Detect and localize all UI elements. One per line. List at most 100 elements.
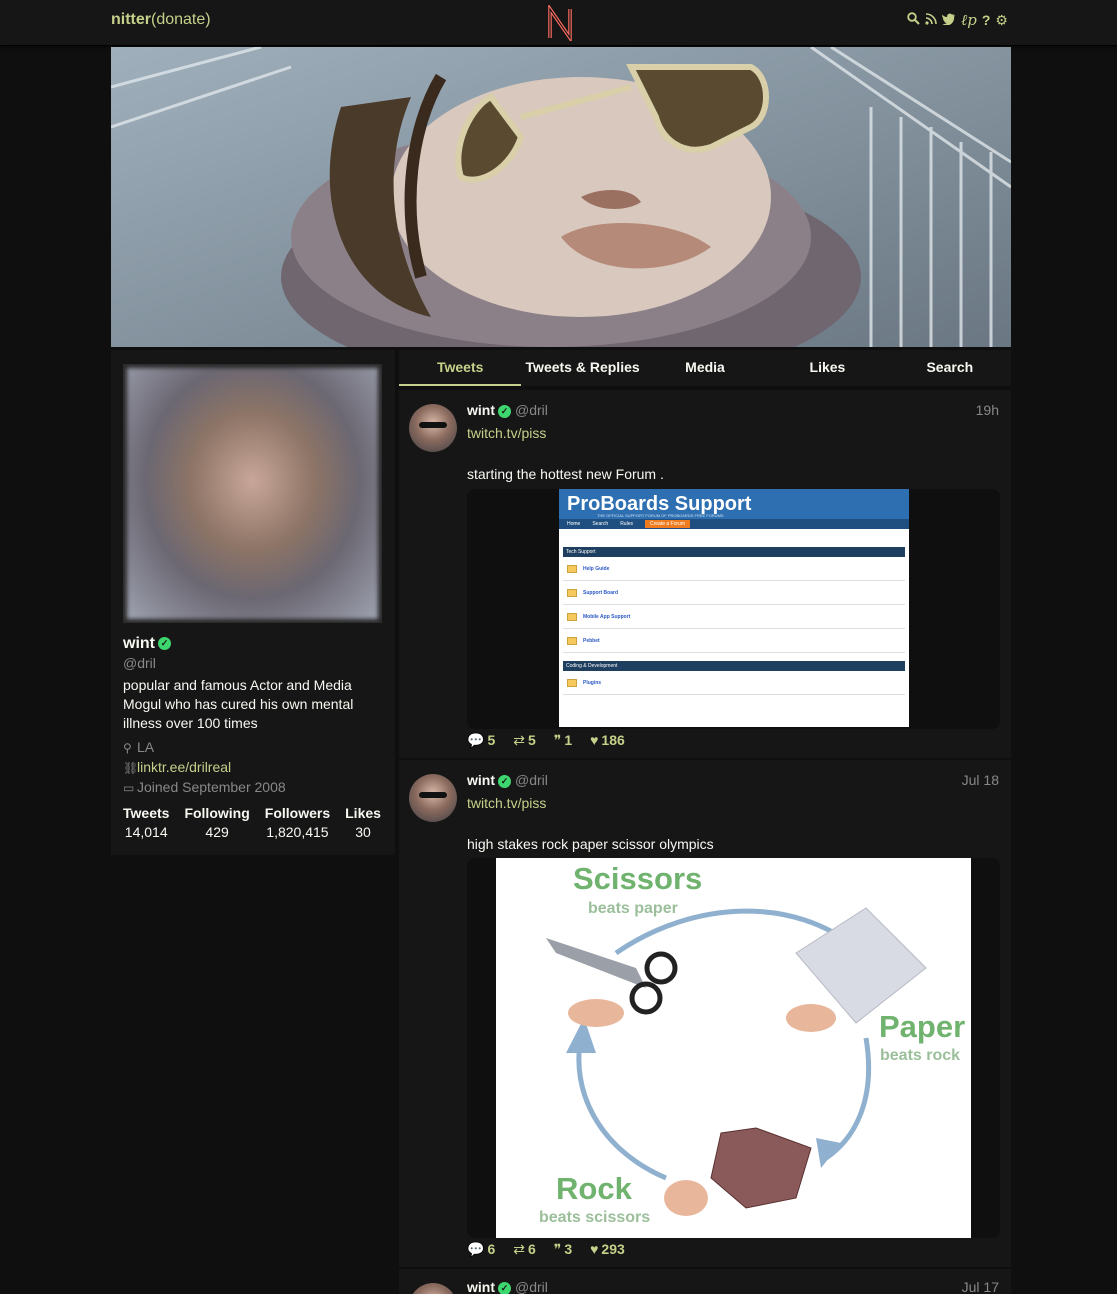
profile-website-link[interactable]: linktr.ee/drilreal <box>137 759 231 775</box>
profile-name[interactable]: wint ✓ <box>123 635 171 653</box>
like-count-value: 186 <box>601 732 625 748</box>
tweet-author-handle[interactable]: @dril <box>515 1279 548 1294</box>
proboards-nav-item: Create a Forum <box>644 520 690 528</box>
stat-following[interactable]: Following 429 <box>184 805 249 840</box>
retweet-count[interactable]: ⇄ 5 <box>513 732 536 749</box>
rps-label-paper: Paper <box>879 1009 966 1044</box>
stat-tweets[interactable]: Tweets 14,014 <box>123 805 169 840</box>
proboards-nav-item: Rules <box>620 521 633 527</box>
calendar-icon: ▭ <box>123 781 135 795</box>
proboards-board-title: Mobile App Support <box>583 613 631 620</box>
tweet-avatar[interactable] <box>409 1283 457 1294</box>
quote-count[interactable]: ❞ 3 <box>554 1241 572 1258</box>
retweet-count[interactable]: ⇄ 6 <box>513 1241 536 1258</box>
stat-value: 14,014 <box>124 824 168 840</box>
tweet-author[interactable]: wint ✓ @dril <box>467 402 548 418</box>
stat-followers[interactable]: Followers 1,820,415 <box>265 805 330 840</box>
like-count[interactable]: ♥ 293 <box>590 1241 625 1258</box>
stat-likes[interactable]: Likes 30 <box>345 805 381 840</box>
tab-media[interactable]: Media <box>644 350 766 386</box>
tweet-author[interactable]: wint ✓ @dril <box>467 1279 548 1294</box>
quote-icon: ❞ <box>553 1241 562 1257</box>
tab-tweets-replies[interactable]: Tweets & Replies <box>521 350 643 386</box>
tweet-media[interactable]: ProBoards Support THE OFFICIAL SUPPORT F… <box>467 489 1000 729</box>
tweet-date[interactable]: Jul 17 <box>962 1279 999 1294</box>
retweet-icon: ⇄ <box>513 1241 525 1257</box>
tweet-date[interactable]: Jul 18 <box>962 772 999 788</box>
proboards-board: Plugins <box>563 671 905 695</box>
stat-value: 429 <box>205 824 229 840</box>
verified-icon: ✓ <box>498 404 511 418</box>
gear-icon[interactable]: ⚙ <box>995 12 1008 28</box>
tweet-author-handle[interactable]: @dril <box>515 402 548 418</box>
rps-label-rock: Rock <box>556 1171 632 1206</box>
proboards-board: Support Board <box>563 581 905 605</box>
profile-avatar[interactable] <box>123 364 382 623</box>
tweet-link[interactable]: twitch.tv/piss <box>467 425 546 441</box>
tab-likes[interactable]: Likes <box>766 350 888 386</box>
tweet-author-handle[interactable]: @dril <box>515 772 548 788</box>
nitter-logo[interactable] <box>546 5 574 41</box>
twitter-icon[interactable] <box>942 12 956 28</box>
tweet[interactable]: wint ✓ @dril Jul 17 <box>399 1269 1011 1294</box>
help-icon[interactable]: ? <box>982 12 991 28</box>
stat-label: Following <box>184 805 250 821</box>
heart-icon: ♥ <box>590 732 599 748</box>
rss-icon[interactable] <box>925 12 937 28</box>
proboards-board-title: Plugins <box>583 679 602 686</box>
donate-link[interactable]: (donate) <box>151 11 211 28</box>
like-count[interactable]: ♥ 186 <box>590 732 625 749</box>
lp-icon[interactable]: ℓp <box>961 12 977 28</box>
stat-label: Tweets <box>123 805 170 821</box>
brand-name[interactable]: nitter <box>111 11 151 28</box>
quote-icon: ❞ <box>553 732 562 748</box>
rps-sub-paper: beats rock <box>880 1047 961 1064</box>
proboards-screenshot[interactable]: ProBoards Support THE OFFICIAL SUPPORT F… <box>559 489 909 727</box>
profile-website[interactable]: ⛓linktr.ee/drilreal <box>123 759 231 775</box>
tweet-author-name[interactable]: wint <box>467 402 495 418</box>
verified-icon: ✓ <box>158 637 171 651</box>
stat-value: 30 <box>355 824 371 840</box>
tab-search[interactable]: Search <box>889 350 1011 386</box>
tweet-date[interactable]: 19h <box>976 402 999 418</box>
proboards-board: Help Guide <box>563 557 905 581</box>
heart-icon: ♥ <box>590 1241 599 1257</box>
tweet-avatar[interactable] <box>409 774 457 822</box>
profile-joined: ▭ Joined September 2008 <box>123 779 286 795</box>
quote-count-value: 1 <box>564 732 573 748</box>
folder-icon <box>567 678 577 687</box>
tab-tweets[interactable]: Tweets <box>399 350 522 386</box>
tweet-stats: 💬 6 ⇄ 6 ❞ 3 ♥ 293 <box>467 1241 625 1258</box>
reply-count[interactable]: 💬 6 <box>467 1241 495 1258</box>
proboards-nav: Home Search Rules Create a Forum <box>559 519 909 529</box>
reply-count-value: 6 <box>487 1241 496 1257</box>
quote-count[interactable]: ❞ 1 <box>554 732 572 749</box>
profile-card: wint ✓ @dril popular and famous Actor and… <box>111 350 395 855</box>
tweet-author-name[interactable]: wint <box>467 772 495 788</box>
quote-count-value: 3 <box>564 1241 573 1257</box>
comment-icon: 💬 <box>467 1241 485 1257</box>
comment-icon: 💬 <box>467 732 485 748</box>
tweet-link[interactable]: twitch.tv/piss <box>467 795 546 811</box>
search-icon[interactable] <box>907 12 920 28</box>
tweet[interactable]: wint ✓ @dril 19h twitch.tv/piss starting t… <box>399 390 1011 759</box>
tweet-media[interactable]: Scissors beats paper Paper beats rock Ro… <box>467 858 1000 1238</box>
folder-icon <box>567 612 577 621</box>
location-icon: ⚲ <box>123 741 132 755</box>
profile-location-text: LA <box>137 739 155 755</box>
reply-count[interactable]: 💬 5 <box>467 732 495 749</box>
tweet-author-name[interactable]: wint <box>467 1279 495 1294</box>
profile-name-text[interactable]: wint <box>123 635 155 652</box>
brand[interactable]: nitter(donate) <box>111 11 211 29</box>
timeline-tabs: Tweets Tweets & Replies Media Likes Sear… <box>399 350 1011 386</box>
tweet[interactable]: wint ✓ @dril Jul 18 twitch.tv/piss high st… <box>399 760 1011 1268</box>
proboards-nav-item: Home <box>567 521 581 527</box>
profile-handle[interactable]: @dril <box>123 655 156 671</box>
like-count-value: 293 <box>601 1241 625 1257</box>
proboards-section: Coding & Development <box>563 661 905 671</box>
tweet-avatar[interactable] <box>409 404 457 452</box>
rps-diagram[interactable]: Scissors beats paper Paper beats rock Ro… <box>496 858 971 1238</box>
proboards-board-title: Support Board <box>583 589 618 596</box>
navbar: nitter(donate) ℓp ? ⚙ <box>0 0 1117 46</box>
tweet-author[interactable]: wint ✓ @dril <box>467 772 548 788</box>
